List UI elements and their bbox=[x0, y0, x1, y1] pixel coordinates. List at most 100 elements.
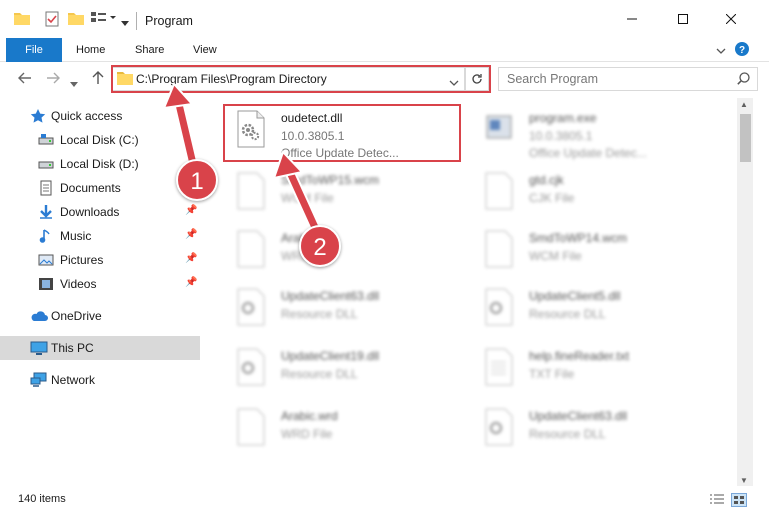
sidebar-item-label: Network bbox=[51, 373, 96, 387]
file-item[interactable]: help.fineReader.txt TXT File bbox=[466, 342, 706, 400]
folder-icon bbox=[14, 11, 30, 28]
window-title: Program bbox=[145, 14, 193, 28]
dll-gear-icon bbox=[484, 288, 514, 326]
sidebar-item-downloads[interactable]: Downloads 📌 bbox=[0, 200, 200, 224]
file-icon bbox=[236, 230, 266, 268]
dll-gear-icon bbox=[236, 288, 266, 326]
sidebar-item-music[interactable]: Music 📌 bbox=[0, 224, 200, 248]
file-item[interactable]: UpdateClient19.dll Resource DLL bbox=[218, 342, 458, 400]
title-separator bbox=[136, 12, 137, 30]
sidebar-item-documents[interactable]: Documents bbox=[0, 176, 200, 200]
file-name: UpdateClient63.dll bbox=[281, 289, 380, 303]
file-item[interactable]: UpdateClient5.dll Resource DLL bbox=[466, 282, 706, 340]
file-item[interactable]: gtd.cjk CJK File bbox=[466, 166, 706, 224]
sidebar-item-onedrive[interactable]: OneDrive bbox=[0, 304, 200, 328]
file-type: WRD File bbox=[281, 427, 333, 441]
sidebar-item-network[interactable]: Network bbox=[0, 368, 200, 392]
back-arrow-icon[interactable] bbox=[18, 71, 32, 88]
expand-ribbon-icon[interactable] bbox=[716, 45, 726, 59]
pin-icon: 📌 bbox=[185, 229, 198, 240]
sidebar-item-local-disk-c[interactable]: Local Disk (C:) bbox=[0, 128, 200, 152]
file-item[interactable]: UpdateClient63.dll Resource DLL bbox=[466, 402, 706, 460]
file-item[interactable]: SmdToWP14.wcm WCM File bbox=[466, 224, 706, 282]
music-icon bbox=[38, 228, 54, 244]
file-highlight bbox=[223, 104, 461, 162]
drive-icon bbox=[38, 132, 54, 148]
sidebar-item-label: This PC bbox=[51, 341, 94, 355]
tab-file[interactable]: File bbox=[6, 38, 62, 62]
file-name: UpdateClient63.dll bbox=[529, 409, 628, 423]
svg-text:?: ? bbox=[739, 45, 745, 56]
ribbon: File Home Share View ? bbox=[0, 38, 769, 62]
search-placeholder: Search Program bbox=[507, 72, 599, 86]
pin-icon: 📌 bbox=[185, 205, 198, 216]
file-item[interactable]: UpdateClient63.dll Resource DLL bbox=[218, 282, 458, 340]
sidebar-item-this-pc[interactable]: This PC bbox=[0, 336, 200, 360]
file-icon bbox=[484, 230, 514, 268]
minimize-button[interactable] bbox=[609, 0, 655, 38]
search-icon[interactable] bbox=[737, 72, 750, 88]
pictures-icon bbox=[38, 252, 54, 268]
sidebar-item-label: Videos bbox=[60, 277, 97, 291]
file-icon bbox=[236, 172, 266, 210]
recent-locations-icon[interactable] bbox=[70, 75, 78, 92]
large-icons-view-icon[interactable] bbox=[731, 493, 747, 507]
exe-icon bbox=[484, 110, 514, 148]
status-bar bbox=[0, 488, 769, 512]
sidebar-item-label: Music bbox=[60, 229, 92, 243]
sidebar-item-label: Quick access bbox=[51, 109, 123, 123]
customize-qa-icon[interactable] bbox=[90, 11, 120, 28]
sidebar-item-label: Pictures bbox=[60, 253, 104, 267]
step-marker-2: 2 bbox=[299, 225, 341, 267]
file-type: Resource DLL bbox=[529, 427, 606, 441]
file-name: UpdateClient19.dll bbox=[281, 349, 380, 363]
sidebar-item-label: Documents bbox=[60, 181, 121, 195]
sidebar-item-label: Local Disk (D:) bbox=[60, 157, 139, 171]
sidebar-item-label: Downloads bbox=[60, 205, 120, 219]
details-view-icon[interactable] bbox=[709, 493, 725, 507]
file-type: TXT File bbox=[529, 367, 575, 381]
new-folder-icon[interactable] bbox=[68, 11, 84, 28]
sidebar-item-label: OneDrive bbox=[51, 309, 102, 323]
scroll-down-icon[interactable]: ▼ bbox=[740, 476, 748, 485]
file-type: WCM File bbox=[529, 249, 582, 263]
pin-icon: 📌 bbox=[185, 277, 198, 288]
properties-icon[interactable] bbox=[44, 11, 60, 30]
up-arrow-icon[interactable] bbox=[92, 71, 104, 89]
file-name: UpdateClient5.dll bbox=[529, 289, 621, 303]
navigation-pane: Quick access Local Disk (C:) Local Disk … bbox=[0, 100, 204, 484]
file-name: Arabic.wrd bbox=[281, 409, 338, 423]
pin-icon: 📌 bbox=[185, 253, 198, 264]
scrollbar-thumb[interactable] bbox=[740, 114, 751, 162]
file-item[interactable]: program.exe 10.0.3805.1 Office Update De… bbox=[466, 104, 706, 162]
chevron-down-icon[interactable] bbox=[121, 16, 129, 30]
forward-arrow-icon[interactable] bbox=[46, 71, 60, 88]
text-file-icon bbox=[484, 348, 514, 386]
help-icon[interactable]: ? bbox=[735, 42, 749, 59]
file-version: 10.0.3805.1 bbox=[529, 129, 593, 143]
tab-view[interactable]: View bbox=[193, 38, 217, 62]
sidebar-item-quick-access[interactable]: Quick access bbox=[0, 104, 200, 128]
documents-icon bbox=[38, 180, 54, 196]
file-type: Resource DLL bbox=[529, 307, 606, 321]
item-count: 140 items bbox=[18, 493, 66, 505]
file-type: WCM File bbox=[281, 191, 334, 205]
tab-home[interactable]: Home bbox=[76, 38, 105, 62]
file-name: help.fineReader.txt bbox=[529, 349, 630, 363]
file-name: SmdToWP15.wcm bbox=[281, 173, 380, 187]
sidebar-item-videos[interactable]: Videos 📌 bbox=[0, 272, 200, 296]
file-type: Resource DLL bbox=[281, 307, 358, 321]
scroll-up-icon[interactable]: ▲ bbox=[740, 100, 748, 109]
maximize-button[interactable] bbox=[660, 0, 706, 38]
download-icon bbox=[38, 204, 54, 220]
star-icon bbox=[30, 108, 46, 124]
pc-icon bbox=[30, 340, 48, 356]
sidebar-item-local-disk-d[interactable]: Local Disk (D:) bbox=[0, 152, 200, 176]
tab-share[interactable]: Share bbox=[135, 38, 164, 62]
sidebar-item-pictures[interactable]: Pictures 📌 bbox=[0, 248, 200, 272]
file-item[interactable]: SmdToWP15.wcm WCM File bbox=[218, 166, 458, 224]
step-marker-1: 1 bbox=[176, 159, 218, 201]
file-item[interactable]: Arabic.wrd WRD File bbox=[218, 402, 458, 460]
close-button[interactable] bbox=[708, 0, 754, 38]
drive-icon bbox=[38, 156, 54, 172]
